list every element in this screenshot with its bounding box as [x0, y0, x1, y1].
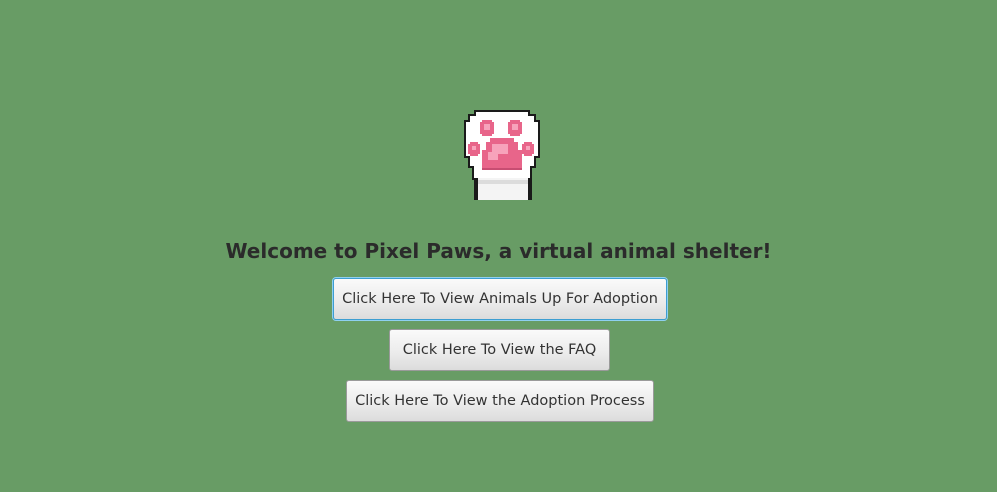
main-window: Welcome to Pixel Paws, a virtual animal … — [0, 0, 997, 492]
welcome-heading: Welcome to Pixel Paws, a virtual animal … — [225, 239, 772, 263]
view-adoption-process-button[interactable]: Click Here To View the Adoption Process — [346, 380, 654, 422]
view-animals-button[interactable]: Click Here To View Animals Up For Adopti… — [333, 278, 667, 320]
view-faq-button[interactable]: Click Here To View the FAQ — [389, 329, 610, 371]
cat-paw-icon — [460, 104, 546, 200]
